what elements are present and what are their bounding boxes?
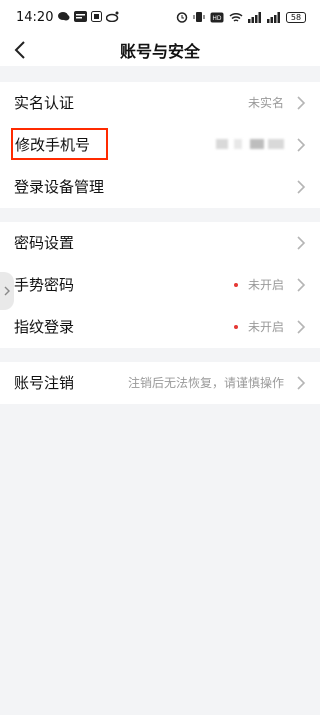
chevron-right-icon (297, 96, 306, 110)
row-value: 未开启 (247, 320, 284, 334)
status-dot (234, 325, 238, 329)
nav-header: 账号与安全 (0, 36, 320, 66)
alarm-icon (176, 12, 188, 23)
row-fingerprint-login[interactable]: 指纹登录 未开启 (0, 306, 320, 348)
settings-group-1: 实名认证 未实名 修改手机号 登录设备管理 (0, 82, 320, 208)
row-label: 手势密码 (14, 276, 75, 294)
row-real-name-auth[interactable]: 实名认证 未实名 (0, 82, 320, 124)
battery-icon: 58 (286, 11, 306, 23)
highlight-box (11, 128, 108, 160)
svg-text:HD: HD (212, 15, 222, 22)
row-login-devices[interactable]: 登录设备管理 (0, 166, 320, 208)
notification-icons (58, 11, 119, 22)
row-label: 指纹登录 (14, 318, 75, 336)
row-value: 未实名 (247, 96, 284, 110)
chevron-right-icon (297, 180, 306, 194)
status-bar: 14:20 HD 58 (0, 0, 320, 36)
chevron-right-icon (4, 286, 10, 296)
battery-level: 58 (290, 12, 302, 22)
wifi-icon (229, 12, 243, 22)
row-password-settings[interactable]: 密码设置 (0, 222, 320, 264)
chevron-right-icon (297, 320, 306, 334)
row-value: 注销后无法恢复，请谨慎操作 (127, 376, 284, 390)
chevron-right-icon (297, 236, 306, 250)
row-value: 未开启 (247, 278, 284, 292)
chat-icon (58, 12, 70, 21)
settings-group-3: 账号注销 注销后无法恢复，请谨慎操作 (0, 362, 320, 404)
masked-phone-number (216, 139, 286, 149)
weibo-icon (106, 11, 119, 22)
vibrate-icon (193, 12, 205, 22)
row-gesture-password[interactable]: 手势密码 未开启 (0, 264, 320, 306)
chevron-right-icon (297, 138, 306, 152)
row-delete-account[interactable]: 账号注销 注销后无法恢复，请谨慎操作 (0, 362, 320, 404)
signal-icon-2 (267, 11, 280, 23)
row-change-phone[interactable]: 修改手机号 (0, 124, 320, 166)
chevron-right-icon (297, 376, 306, 390)
row-label: 实名认证 (14, 94, 75, 112)
chevron-right-icon (297, 278, 306, 292)
status-dot (234, 283, 238, 287)
app-badge-icon (74, 11, 87, 22)
row-label: 账号注销 (14, 374, 75, 392)
signal-icon (248, 11, 261, 23)
row-label: 密码设置 (14, 234, 75, 252)
side-drawer-handle[interactable] (0, 272, 14, 310)
status-time: 14:20 (16, 10, 54, 25)
system-icons: HD 58 (176, 11, 306, 23)
page-title: 账号与安全 (119, 42, 200, 61)
hd-icon: HD (210, 12, 224, 22)
box-icon (91, 11, 102, 22)
settings-group-2: 密码设置 手势密码 未开启 指纹登录 未开启 (0, 222, 320, 348)
row-label: 登录设备管理 (14, 178, 105, 196)
